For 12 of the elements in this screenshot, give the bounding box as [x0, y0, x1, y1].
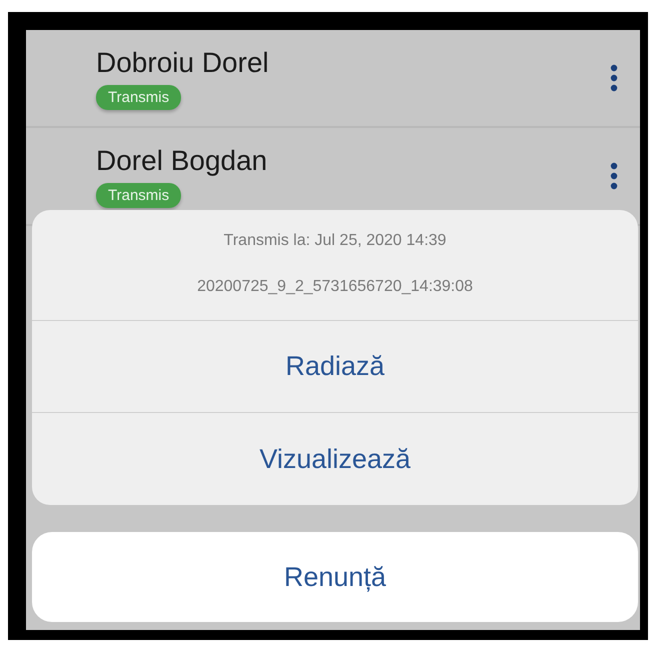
action-button[interactable]: Vizualizează [32, 413, 638, 505]
contact-name: Dobroiu Dorel [96, 46, 269, 78]
status-badge: Transmis [96, 84, 182, 110]
more-menu-icon[interactable] [610, 162, 618, 190]
list-row[interactable]: Dobroiu Dorel Transmis [26, 30, 640, 128]
info-text: 20200725_9_2_5731656720_14:39:08 [197, 278, 473, 296]
info-text: Transmis la: Jul 25, 2020 14:39 [224, 232, 446, 250]
status-badge: Transmis [96, 182, 182, 208]
contact-name: Dorel Bogdan [96, 144, 268, 176]
more-menu-icon[interactable] [610, 64, 618, 92]
action-button[interactable]: Radiază [32, 321, 638, 413]
cancel-button[interactable]: Renunță [32, 532, 638, 622]
